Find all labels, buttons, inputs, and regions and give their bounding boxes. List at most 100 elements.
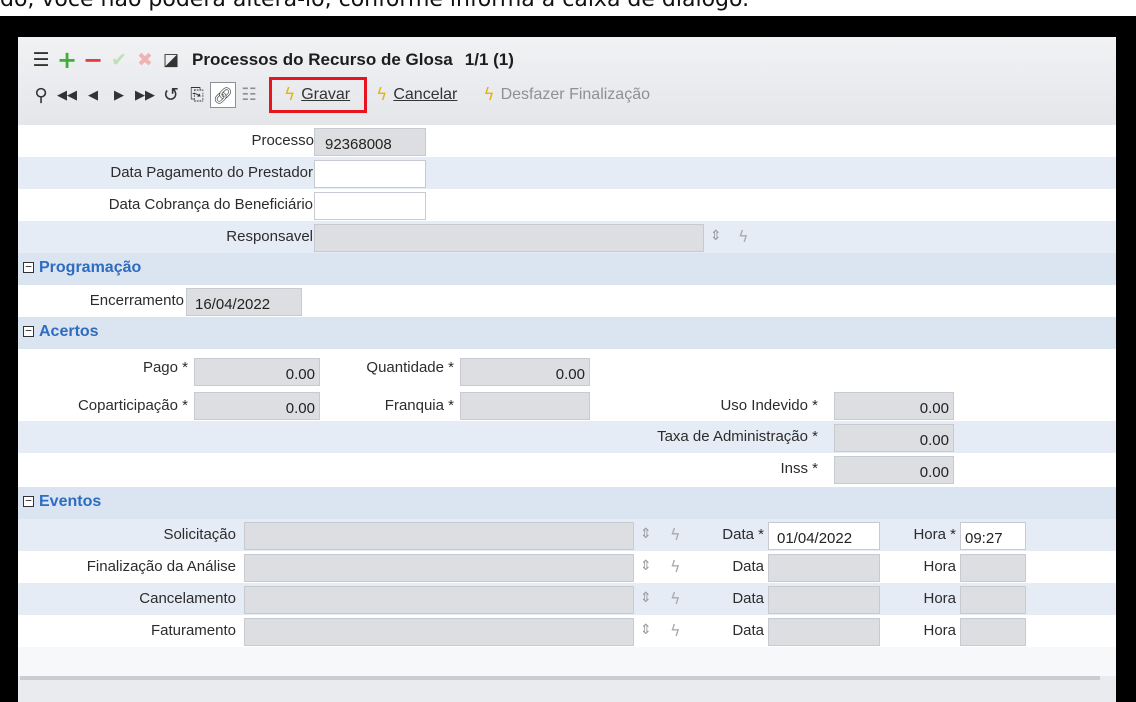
pago-field[interactable]: 0.00	[194, 358, 320, 386]
evento-field[interactable]	[244, 522, 634, 550]
quantidade-label: Quantidade *	[366, 359, 454, 376]
data-label: Data	[732, 590, 764, 607]
prev-icon[interactable]: ◀	[80, 82, 106, 108]
spinner-icon[interactable]: ⇕	[640, 590, 652, 606]
last-icon[interactable]: ▶▶	[132, 82, 158, 108]
list-icon[interactable]: ☰	[28, 47, 54, 73]
evento-row: Cancelamento ⇕ ϟ Data Hora	[18, 583, 1116, 615]
toolbar-row-2: ⚲ ◀◀ ◀ ▶ ▶▶ ↺ ⎘ 🔗︎ ☷ ϟ Gravar ϟ Cancelar…	[28, 77, 654, 113]
gravar-button[interactable]: ϟ Gravar	[269, 77, 367, 113]
hora-field[interactable]	[960, 586, 1026, 614]
application-window: ☰ + − ✔ ✖ ◪ Processos do Recurso de Glos…	[18, 37, 1116, 702]
record-counter: 1/1 (1)	[464, 50, 514, 69]
search-icon[interactable]: ⚲	[28, 82, 54, 108]
bolt-icon[interactable]: ϟ	[738, 227, 749, 246]
acertos-section-header[interactable]: − Acertos	[18, 317, 1116, 349]
taxa-field[interactable]: 0.00	[834, 424, 954, 452]
spinner-icon[interactable]: ⇕	[640, 526, 652, 542]
remove-icon[interactable]: −	[80, 46, 106, 74]
save-icon[interactable]: ◪	[158, 47, 184, 73]
desfazer-finalizacao-button[interactable]: ϟ Desfazer Finalização	[479, 83, 654, 107]
link-icon[interactable]: 🔗︎	[210, 82, 236, 108]
pago-row: Pago * 0.00 Quantidade * 0.00	[18, 349, 1116, 387]
data-label: Data	[732, 622, 764, 639]
collapse-icon[interactable]: −	[23, 495, 34, 507]
cancel-icon[interactable]: ✖	[132, 47, 158, 73]
evento-row: Finalização da Análise ⇕ ϟ Data Hora	[18, 551, 1116, 583]
next-icon[interactable]: ▶	[106, 82, 132, 108]
data-field[interactable]	[768, 618, 880, 646]
horizontal-scrollbar[interactable]	[20, 676, 1100, 680]
uso-indevido-field[interactable]: 0.00	[834, 392, 954, 420]
toolbar-row-1: ☰ + − ✔ ✖ ◪ Processos do Recurso de Glos…	[28, 46, 514, 74]
bolt-icon[interactable]: ϟ	[670, 621, 681, 640]
window-title: Processos do Recurso de Glosa	[192, 50, 453, 69]
data-label: Data *	[722, 526, 764, 543]
bolt-icon: ϟ	[376, 85, 388, 105]
processo-field[interactable]: 92368008	[314, 128, 426, 156]
export-icon[interactable]: ⎘	[184, 82, 210, 108]
evento-field[interactable]	[244, 618, 634, 646]
spinner-icon[interactable]: ⇕	[640, 622, 652, 638]
uso-indevido-label: Uso Indevido *	[720, 397, 818, 414]
hora-label: Hora	[923, 590, 956, 607]
confirm-icon[interactable]: ✔	[106, 47, 132, 73]
detail-icon[interactable]: ☷	[236, 82, 262, 108]
inss-field[interactable]: 0.00	[834, 456, 954, 484]
evento-row: Faturamento ⇕ ϟ Data Hora	[18, 615, 1116, 647]
data-pagamento-label: Data Pagamento do Prestador	[110, 164, 313, 181]
bolt-icon: ϟ	[483, 85, 495, 105]
eventos-section-header[interactable]: − Eventos	[18, 487, 1116, 519]
first-icon[interactable]: ◀◀	[54, 82, 80, 108]
hora-label: Hora *	[913, 526, 956, 543]
add-icon[interactable]: +	[54, 46, 80, 74]
data-field[interactable]	[768, 554, 880, 582]
hora-field[interactable]	[960, 554, 1026, 582]
responsavel-field[interactable]	[314, 224, 704, 252]
highlight-box	[269, 77, 367, 113]
refresh-icon[interactable]: ↺	[158, 82, 184, 108]
hora-field[interactable]: 09:27	[960, 522, 1026, 550]
spinner-icon[interactable]: ⇕	[710, 228, 722, 244]
responsavel-row: Responsavel ⇕ ϟ	[18, 221, 1116, 253]
bottom-panel	[18, 676, 1116, 702]
data-field[interactable]: 01/04/2022	[768, 522, 880, 550]
spinner-icon[interactable]: ⇕	[640, 558, 652, 574]
hora-label: Hora	[923, 558, 956, 575]
bolt-icon[interactable]: ϟ	[670, 557, 681, 576]
data-cobranca-field[interactable]	[314, 192, 426, 220]
quantidade-field[interactable]: 0.00	[460, 358, 590, 386]
data-pagamento-field[interactable]	[314, 160, 426, 188]
data-field[interactable]	[768, 586, 880, 614]
evento-label: Solicitação	[163, 526, 236, 543]
evento-field[interactable]	[244, 554, 634, 582]
evento-field[interactable]	[244, 586, 634, 614]
processo-row: Processo * 92368008	[18, 125, 1116, 157]
evento-label: Finalização da Análise	[86, 558, 236, 575]
collapse-icon[interactable]: −	[23, 261, 34, 273]
hora-field[interactable]	[960, 618, 1026, 646]
acertos-title: Acertos	[39, 323, 99, 340]
document-caption: do, você não poderá alterá-lo, conforme …	[0, 0, 1136, 12]
toolbar: ☰ + − ✔ ✖ ◪ Processos do Recurso de Glos…	[18, 37, 1116, 125]
evento-label: Faturamento	[150, 622, 236, 639]
cancelar-button[interactable]: ϟ Cancelar	[372, 83, 461, 107]
bolt-icon[interactable]: ϟ	[670, 589, 681, 608]
inss-row: Inss * 0.00	[18, 453, 1116, 487]
coparticipacao-field[interactable]: 0.00	[194, 392, 320, 420]
coparticipacao-row: Coparticipação * 0.00 Franquia * Uso Ind…	[18, 387, 1116, 421]
bolt-icon[interactable]: ϟ	[670, 525, 681, 544]
evento-row: Solicitação ⇕ ϟ Data * 01/04/2022 Hora *…	[18, 519, 1116, 551]
data-pagamento-row: Data Pagamento do Prestador	[18, 157, 1116, 189]
franquia-field[interactable]	[460, 392, 590, 420]
desfazer-label: Desfazer Finalização	[500, 86, 650, 103]
collapse-icon[interactable]: −	[23, 325, 34, 337]
data-cobranca-label: Data Cobrança do Beneficiário	[108, 196, 313, 213]
encerramento-field[interactable]: 16/04/2022	[186, 288, 302, 316]
encerramento-label: Encerramento	[89, 292, 184, 309]
data-cobranca-row: Data Cobrança do Beneficiário	[18, 189, 1116, 221]
taxa-label: Taxa de Administração *	[657, 428, 818, 445]
programacao-section-header[interactable]: − Programação	[18, 253, 1116, 285]
programacao-title: Programação	[39, 259, 142, 276]
screenshot-frame: ☰ + − ✔ ✖ ◪ Processos do Recurso de Glos…	[0, 16, 1136, 702]
